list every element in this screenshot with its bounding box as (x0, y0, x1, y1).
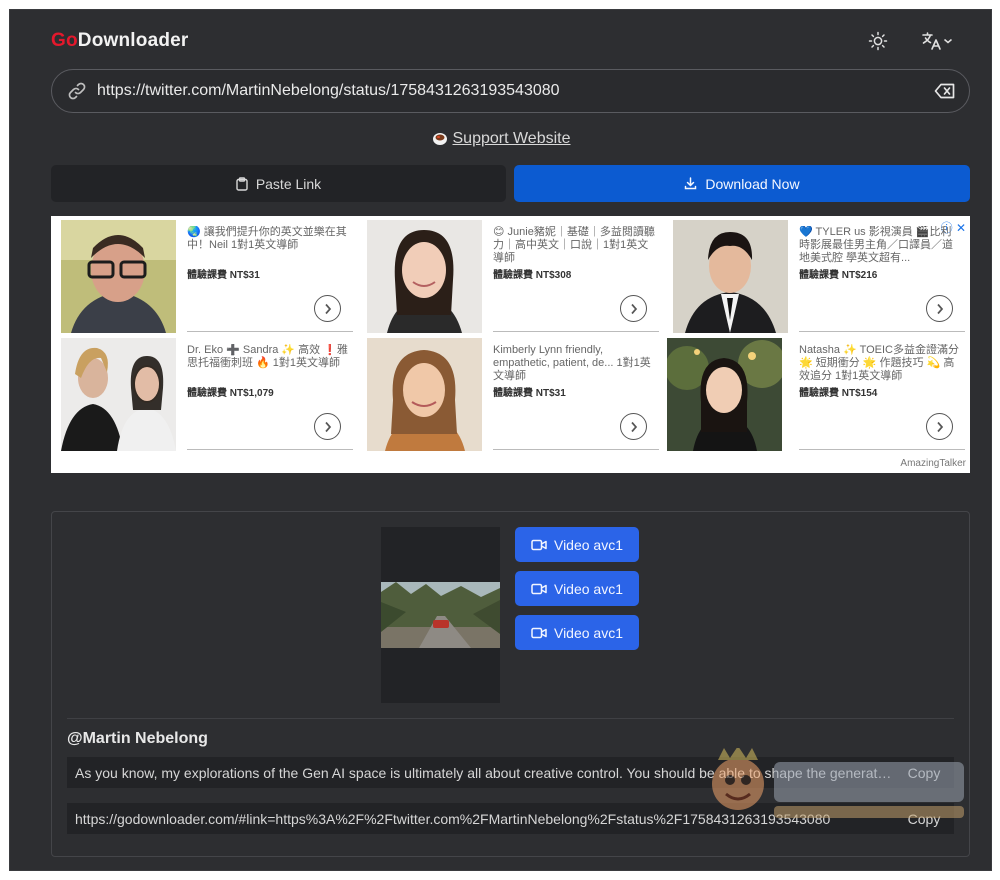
ad-card-text: Dr. Eko ➕ Sandra ✨ 高效 ❗雅思托福衝刺班 🔥 1對1英文導師… (187, 344, 349, 400)
ad-divider (187, 331, 353, 332)
download-now-label: Download Now (705, 175, 800, 192)
ad-card-text: 😊 Junie豬妮｜基礎｜多益閱讀聽力｜高中英文｜口說｜1對1英文導師 體驗課費… (493, 226, 655, 282)
ad-card[interactable]: Natasha ✨ TOEIC多益金證滿分 🌟 短期衝分 🌟 作題技巧 💫 高效… (663, 334, 965, 452)
chevron-right-icon[interactable] (314, 295, 341, 322)
video-preview (381, 527, 500, 703)
ad-tutor-photo (667, 338, 782, 451)
chevron-down-icon (944, 38, 952, 44)
video-camera-icon (531, 583, 547, 594)
ad-divider (799, 331, 965, 332)
video-button-label: Video avc1 (553, 624, 623, 641)
top-bar: GoDownloader (51, 22, 969, 62)
ad-description: Dr. Eko ➕ Sandra ✨ 高效 ❗雅思托福衝刺班 🔥 1對1英文導師 (187, 344, 348, 369)
link-icon (67, 81, 87, 101)
ad-description: 💙 TYLER us 影視演員 🎬比利時影展最佳男主角／口譯員／道地美式腔 學英… (799, 226, 953, 264)
ad-card-text: Natasha ✨ TOEIC多益金證滿分 🌟 短期衝分 🌟 作題技巧 💫 高效… (799, 344, 961, 400)
ad-divider (799, 449, 965, 450)
app-logo[interactable]: GoDownloader (51, 30, 189, 52)
advertisement-banner[interactable]: ⓘ ✕ 🌏 讓我們提升你的英文並樂在其中！Neil 1對1英文導師 體驗課費 N… (51, 216, 970, 473)
ad-price: 體驗課費 NT$31 (493, 388, 566, 399)
ad-card-text: Kimberly Lynn friendly, empathetic, pati… (493, 344, 655, 400)
theme-toggle-button[interactable] (863, 28, 893, 54)
ad-tutor-photo (367, 338, 482, 451)
video-camera-icon (531, 539, 547, 550)
download-icon (685, 177, 697, 190)
result-divider (67, 718, 954, 719)
ad-card[interactable]: Kimberly Lynn friendly, empathetic, pati… (357, 334, 659, 452)
app-window: GoDownloader https://twitter.com/MartinN… (9, 9, 992, 871)
ad-price: 體驗課費 NT$31 (187, 270, 260, 281)
logo-go: Go (51, 30, 78, 51)
paste-link-label: Paste Link (255, 175, 322, 192)
clear-icon[interactable] (933, 82, 957, 100)
video-download-button[interactable]: Video avc1 (515, 571, 639, 606)
chevron-right-icon[interactable] (620, 295, 647, 322)
ad-price: 體驗課費 NT$1,079 (187, 388, 274, 399)
ad-description: Kimberly Lynn friendly, empathetic, pati… (493, 344, 651, 382)
video-download-button[interactable]: Video avc1 (515, 615, 639, 650)
url-input-bar (51, 69, 970, 113)
tweet-author: @Martin Nebelong (67, 730, 208, 747)
chevron-right-icon[interactable] (926, 295, 953, 322)
ad-brand-label[interactable]: AmazingTalker (900, 458, 966, 469)
action-buttons: Paste Link Download Now (51, 165, 970, 202)
video-download-button[interactable]: Video avc1 (515, 527, 639, 562)
ad-price: 體驗課費 NT$308 (493, 270, 572, 281)
chevron-right-icon[interactable] (620, 413, 647, 440)
watermark-logo (700, 746, 970, 828)
ad-card[interactable]: 😊 Junie豬妮｜基礎｜多益閱讀聽力｜高中英文｜口說｜1對1英文導師 體驗課費… (357, 216, 659, 334)
ad-card[interactable]: Dr. Eko ➕ Sandra ✨ 高效 ❗雅思托福衝刺班 🔥 1對1英文導師… (51, 334, 353, 452)
ad-tutor-photo (61, 220, 176, 333)
ad-description: Natasha ✨ TOEIC多益金證滿分 🌟 短期衝分 🌟 作題技巧 💫 高效… (799, 344, 959, 382)
ad-divider (187, 449, 353, 450)
support-row: Support Website (10, 130, 991, 151)
ad-card[interactable]: 🌏 讓我們提升你的英文並樂在其中！Neil 1對1英文導師 體驗課費 NT$31 (51, 216, 353, 334)
ad-description: 😊 Junie豬妮｜基礎｜多益閱讀聽力｜高中英文｜口說｜1對1英文導師 (493, 226, 655, 264)
coffee-icon (431, 130, 449, 151)
paste-link-button[interactable]: Paste Link (51, 165, 506, 202)
chevron-right-icon[interactable] (314, 413, 341, 440)
url-input[interactable] (97, 82, 933, 100)
ad-divider (493, 331, 659, 332)
download-now-button[interactable]: Download Now (514, 165, 970, 202)
language-menu-button[interactable] (917, 28, 957, 54)
video-thumbnail[interactable] (381, 582, 500, 648)
ad-price: 體驗課費 NT$154 (799, 388, 878, 399)
video-button-label: Video avc1 (553, 536, 623, 553)
video-camera-icon (531, 627, 547, 638)
ad-card-text: 🌏 讓我們提升你的英文並樂在其中！Neil 1對1英文導師 體驗課費 NT$31 (187, 226, 349, 282)
clipboard-icon (236, 176, 248, 191)
ad-divider (493, 449, 659, 450)
video-button-label: Video avc1 (553, 580, 623, 597)
ad-tutor-photo (367, 220, 482, 333)
logo-rest: Downloader (77, 30, 189, 51)
ad-tutor-photo (61, 338, 176, 451)
translate-icon (922, 32, 941, 50)
support-website-link[interactable]: Support Website (453, 130, 571, 147)
ad-tutor-photo (673, 220, 788, 333)
sun-icon (868, 31, 888, 51)
ad-price: 體驗課費 NT$216 (799, 270, 878, 281)
ad-card-text: 💙 TYLER us 影視演員 🎬比利時影展最佳男主角／口譯員／道地美式腔 學英… (799, 226, 961, 282)
chevron-right-icon[interactable] (926, 413, 953, 440)
ad-card[interactable]: 💙 TYLER us 影視演員 🎬比利時影展最佳男主角／口譯員／道地美式腔 學英… (663, 216, 965, 334)
ad-description: 🌏 讓我們提升你的英文並樂在其中！Neil 1對1英文導師 (187, 226, 347, 251)
